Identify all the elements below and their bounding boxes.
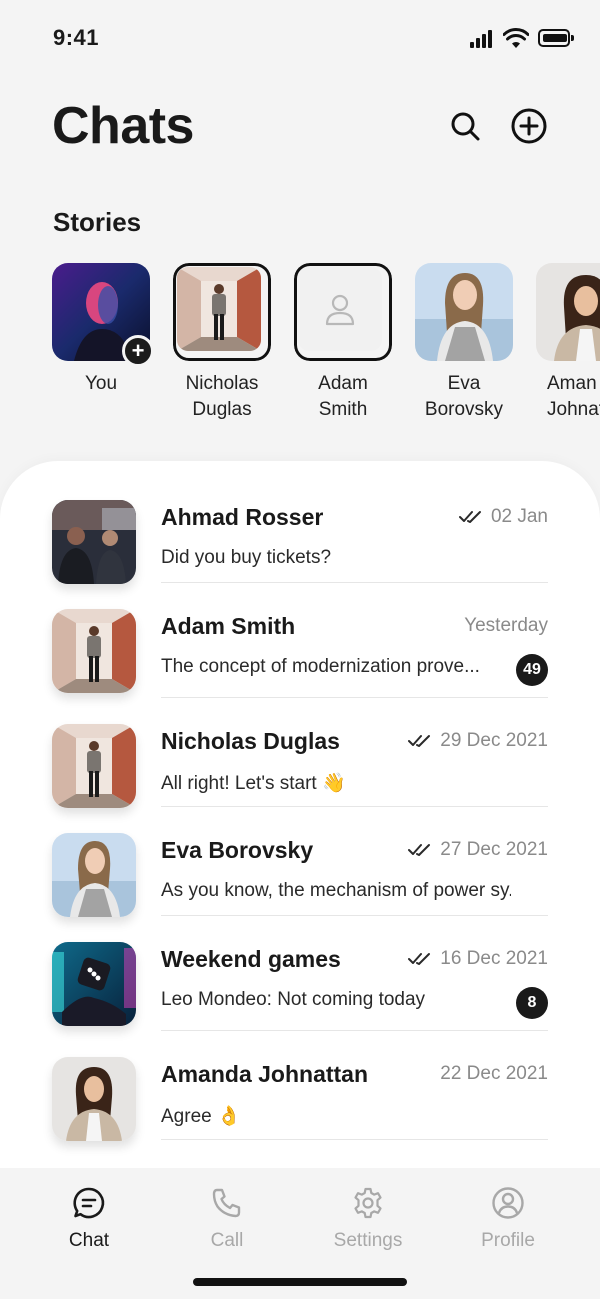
double-check-icon [408, 735, 431, 747]
man-in-hallway-photo [52, 724, 136, 808]
story-amanda-johnattan[interactable]: Aman Johnat [536, 263, 600, 423]
divider [161, 697, 548, 698]
nav-profile[interactable]: Profile [448, 1186, 568, 1252]
chat-date: 29 Dec 2021 [408, 730, 548, 752]
cellular-signal-icon [470, 30, 496, 48]
two-men-in-car-photo [52, 500, 136, 584]
stories-title: Stories [53, 207, 142, 237]
woman-beach-photo [52, 833, 136, 917]
man-in-hallway-photo [177, 267, 261, 351]
nav-chat[interactable]: Chat [29, 1186, 149, 1252]
home-indicator [193, 1278, 407, 1286]
plus-circle-icon [511, 108, 547, 144]
nav-label: Chat [68, 1230, 110, 1251]
search-button[interactable] [446, 107, 484, 145]
new-chat-button[interactable] [510, 107, 548, 145]
story-name: Adam Smith [318, 373, 368, 420]
story-adam-smith[interactable]: Adam Smith [294, 263, 392, 423]
gear-icon [354, 1187, 382, 1219]
chat-date: 22 Dec 2021 [440, 1063, 548, 1085]
chat-name: Nicholas Duglas [161, 728, 340, 754]
woman-curly-hair-photo [52, 1057, 136, 1141]
nav-settings[interactable]: Settings [308, 1186, 428, 1252]
chat-date-text: 27 Dec 2021 [440, 839, 548, 860]
avatar [52, 1057, 136, 1141]
double-check-icon [458, 511, 481, 523]
story-avatar [173, 263, 271, 361]
story-avatar [294, 263, 392, 361]
wifi-icon [502, 27, 530, 49]
woman-curly-hair-photo [536, 263, 600, 361]
chat-row-weekend-games[interactable]: Weekend games 16 Dec 2021 Leo Mondeo: No… [52, 942, 548, 1052]
chat-preview: All right! Let's start 👋 [161, 773, 346, 794]
divider [161, 806, 548, 807]
chat-name: Eva Borovsky [161, 837, 314, 863]
avatar [52, 833, 136, 917]
page-title: Chats [52, 97, 194, 155]
chat-row-ahmad-rosser[interactable]: Ahmad Rosser 02 Jan Did you buy tickets? [52, 500, 548, 610]
add-story-button[interactable]: + [122, 335, 154, 367]
chat-row-eva-borovsky[interactable]: Eva Borovsky 27 Dec 2021 As you know, th… [52, 833, 548, 943]
chat-preview: Agree 👌 [161, 1106, 241, 1127]
chat-name: Adam Smith [161, 613, 296, 639]
story-avatar [415, 263, 513, 361]
chat-row-adam-smith[interactable]: Adam Smith Yesterday The concept of mode… [52, 609, 548, 719]
chat-date-text: 22 Dec 2021 [440, 1063, 548, 1084]
search-icon [451, 112, 480, 141]
nav-call[interactable]: Call [167, 1186, 287, 1252]
story-avatar [536, 263, 600, 361]
unread-count-badge: 8 [516, 987, 548, 1019]
avatar [52, 500, 136, 584]
chat-row-amanda-johnattan[interactable]: Amanda Johnattan 22 Dec 2021 Agree 👌 [52, 1057, 548, 1167]
story-eva-borovsky[interactable]: Eva Borovsky [415, 263, 513, 423]
chat-date: Yesterday [464, 615, 548, 637]
double-check-icon [408, 844, 431, 856]
neon-dice-photo [52, 942, 136, 1026]
story-name: Eva Borovsky [424, 373, 504, 420]
woman-beach-photo [415, 263, 513, 361]
divider [161, 915, 548, 916]
man-in-hallway-photo [52, 609, 136, 693]
chat-date-text: 16 Dec 2021 [440, 948, 548, 969]
nav-label: Settings [333, 1230, 403, 1251]
chat-preview: Leo Mondeo: Not coming today [161, 989, 426, 1010]
double-check-icon [408, 953, 431, 965]
chat-date-text: Yesterday [464, 615, 548, 636]
divider [161, 1139, 548, 1140]
story-name: Aman Johnat [547, 373, 600, 420]
status-time: 9:41 [53, 25, 100, 50]
stories-list: + You Nicholas Duglas Adam Smith Eva Bor… [52, 263, 600, 433]
status-bar: 9:41 [0, 0, 600, 80]
avatar [52, 724, 136, 808]
chat-date: 02 Jan [458, 506, 548, 528]
user-placeholder-icon [325, 294, 355, 326]
nav-label: Call [210, 1230, 244, 1251]
phone-icon [212, 1188, 241, 1218]
chat-preview: The concept of modernization prove... [161, 656, 480, 677]
chat-preview: As you know, the mechanism of power sy..… [161, 880, 511, 901]
chat-row-nicholas-duglas[interactable]: Nicholas Duglas 29 Dec 2021 All right! L… [52, 724, 548, 834]
story-nicholas-duglas[interactable]: Nicholas Duglas [173, 263, 271, 423]
chat-preview: Did you buy tickets? [161, 547, 332, 568]
chat-bubble-icon [73, 1187, 105, 1219]
chat-name: Ahmad Rosser [161, 504, 324, 530]
battery-icon [538, 29, 574, 47]
unread-count-badge: 49 [516, 654, 548, 686]
user-circle-icon [492, 1187, 524, 1219]
chat-name: Amanda Johnattan [161, 1061, 369, 1087]
chat-date-text: 02 Jan [490, 506, 548, 527]
story-you[interactable]: + You [52, 263, 154, 397]
avatar [52, 942, 136, 1026]
story-name: Nicholas Duglas [185, 373, 259, 420]
chat-name: Weekend games [161, 946, 341, 972]
chat-date: 16 Dec 2021 [408, 948, 548, 970]
chat-date-text: 29 Dec 2021 [440, 730, 548, 751]
divider [161, 582, 548, 583]
story-name: You [84, 373, 118, 394]
chat-date: 27 Dec 2021 [408, 839, 548, 861]
divider [161, 1030, 548, 1031]
avatar [52, 609, 136, 693]
nav-label: Profile [481, 1230, 535, 1251]
